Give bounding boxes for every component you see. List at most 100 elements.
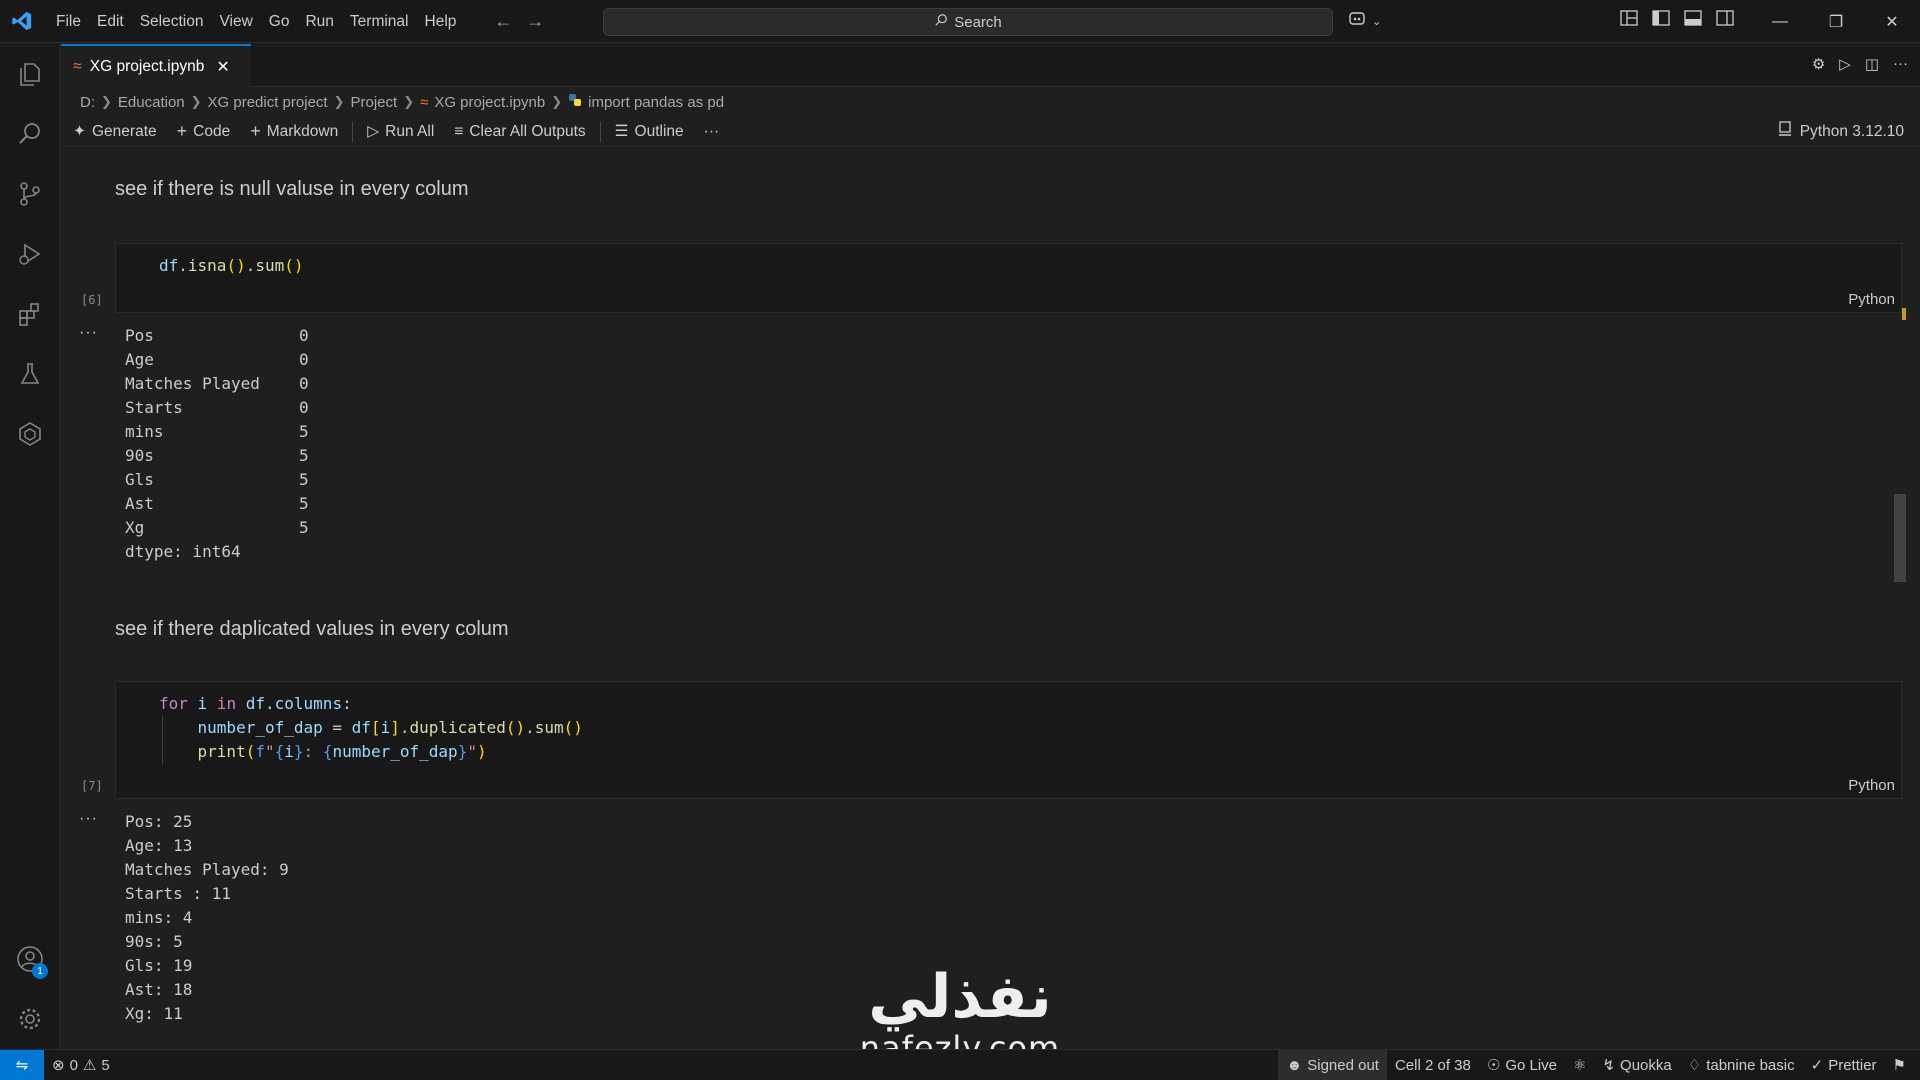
output-value: 0 — [299, 398, 309, 417]
breadcrumb-project[interactable]: Project — [351, 94, 398, 111]
output-actions-icon[interactable]: ··· — [79, 324, 98, 342]
clear-outputs-button[interactable]: ≡ Clear All Outputs — [444, 123, 595, 141]
clear-all-icon: ≡ — [454, 122, 464, 140]
run-all-label: Run All — [385, 122, 435, 140]
output-value: 0 — [299, 374, 309, 393]
plug-icon: ↯ — [1602, 1057, 1616, 1074]
run-icon[interactable]: ▷ — [1839, 55, 1851, 73]
outline-button[interactable]: ☰ Outline — [605, 122, 694, 141]
check-double-icon: ✓ — [1810, 1057, 1824, 1074]
output-row: Xg 5 — [125, 516, 309, 540]
testing-icon[interactable] — [0, 344, 60, 404]
search-view-icon[interactable] — [0, 104, 60, 164]
extensions-icon[interactable] — [0, 284, 60, 344]
signed-out-status[interactable]: ☻ Signed out — [1278, 1050, 1387, 1080]
forward-arrow-icon[interactable]: → — [526, 11, 544, 32]
explorer-icon[interactable] — [0, 44, 60, 104]
generate-button[interactable]: ✦ Generate — [61, 122, 167, 141]
remote-indicator-icon[interactable]: ⇋ — [0, 1050, 44, 1080]
menu-help[interactable]: Help — [417, 0, 465, 43]
cell-language[interactable]: Python — [1848, 777, 1895, 794]
problems-status[interactable]: ⊗ 0 ⚠ 5 — [44, 1050, 118, 1080]
run-debug-icon[interactable] — [0, 224, 60, 284]
code-token: ( — [226, 256, 237, 275]
code-token: ) — [293, 256, 304, 275]
close-window-icon[interactable]: ✕ — [1864, 0, 1920, 43]
cell-language[interactable]: Python — [1848, 291, 1895, 308]
copilot-button[interactable]: ⌄ — [1348, 10, 1381, 32]
code-line[interactable]: number_of_dap = df[i].duplicated().sum() — [159, 716, 583, 740]
more-actions-icon[interactable]: ··· — [1893, 55, 1908, 73]
warning-count: 5 — [101, 1056, 110, 1074]
code-cell[interactable]: for i in df.columns: number_of_dap = df[… — [115, 681, 1902, 799]
markdown-cell[interactable]: see if there daplicated values in every … — [115, 618, 509, 641]
go-live-label: Go Live — [1505, 1056, 1558, 1074]
notebook-toolbar: ✦ Generate + Code + Markdown ▷ Run All ≡… — [61, 117, 1920, 147]
back-arrow-icon[interactable]: ← — [494, 11, 512, 32]
close-tab-icon[interactable]: ✕ — [216, 57, 229, 77]
run-all-button[interactable]: ▷ Run All — [357, 122, 444, 141]
notebook-editor[interactable]: see if there is null valuse in every col… — [61, 148, 1906, 1048]
vertical-scrollbar[interactable] — [1894, 494, 1906, 582]
toggle-primary-sidebar-icon[interactable] — [1652, 10, 1670, 30]
markdown-cell[interactable]: see if there is null valuse in every col… — [115, 178, 469, 201]
cell-position[interactable]: Cell 2 of 38 — [1387, 1050, 1479, 1080]
menu-terminal[interactable]: Terminal — [342, 0, 417, 43]
add-markdown-button[interactable]: + Markdown — [240, 121, 348, 142]
error-count: 0 — [69, 1056, 78, 1074]
output-row: 90s 5 — [125, 444, 309, 468]
output-key: Ast — [125, 494, 154, 513]
customize-layout-icon[interactable] — [1620, 10, 1638, 30]
tab-xg-project[interactable]: ≈ XG project.ipynb ✕ — [61, 44, 251, 87]
menu-view[interactable]: View — [211, 0, 260, 43]
code-cell[interactable]: df.isna().sum() Python — [115, 243, 1902, 313]
breadcrumb: D: ❯ Education ❯ XG predict project ❯ Pr… — [80, 91, 724, 113]
code-block[interactable]: for i in df.columns: number_of_dap = df[… — [159, 692, 583, 764]
command-center-search[interactable]: Search — [603, 8, 1333, 36]
source-control-icon[interactable] — [0, 164, 60, 224]
manage-gear-icon[interactable] — [0, 989, 60, 1049]
output-key: Pos — [125, 326, 154, 345]
menu-run[interactable]: Run — [297, 0, 341, 43]
breadcrumb-cell[interactable]: import pandas as pd — [588, 94, 724, 111]
toolbar-more-button[interactable]: ··· — [694, 123, 730, 141]
code-line[interactable]: print(f"{i}: {number_of_dap}") — [159, 740, 583, 764]
breadcrumb-drive[interactable]: D: — [80, 94, 95, 111]
accounts-icon[interactable]: 1 — [0, 929, 60, 989]
go-live-button[interactable]: ☉ Go Live — [1479, 1050, 1565, 1080]
notifications-bell-icon[interactable]: ⚑ — [1885, 1050, 1914, 1080]
code-line[interactable]: df.isna().sum() — [159, 254, 304, 278]
copilot-status-icon[interactable]: ⚛ — [1565, 1050, 1594, 1080]
list-icon: ☰ — [614, 123, 629, 140]
kernel-picker[interactable]: Python 3.12.10 — [1778, 121, 1904, 142]
split-editor-icon[interactable]: ◫ — [1865, 55, 1879, 73]
add-code-button[interactable]: + Code — [167, 121, 241, 142]
prettier-label: Prettier — [1828, 1056, 1877, 1074]
output-row: Age 0 — [125, 348, 309, 372]
notebook-settings-icon[interactable]: ⚙ — [1812, 55, 1825, 73]
toggle-secondary-sidebar-icon[interactable] — [1716, 10, 1734, 30]
breadcrumb-file[interactable]: XG project.ipynb — [434, 94, 545, 111]
output-actions-icon[interactable]: ··· — [79, 810, 98, 828]
menu-file[interactable]: File — [48, 0, 89, 43]
prettier-status[interactable]: ✓ Prettier — [1803, 1050, 1885, 1080]
menu-selection[interactable]: Selection — [132, 0, 212, 43]
chevron-down-icon: ⌄ — [1372, 15, 1382, 28]
navigation-arrows: ← → — [494, 11, 544, 32]
status-bar: ⇋ ⊗ 0 ⚠ 5 ☻ Signed out Cell 2 of 38 ☉ Go… — [0, 1049, 1920, 1080]
output-row: Pos 0 — [125, 324, 309, 348]
minimize-icon[interactable]: — — [1752, 0, 1808, 43]
breadcrumb-education[interactable]: Education — [118, 94, 185, 111]
breadcrumb-xg-predict[interactable]: XG predict project — [208, 94, 328, 111]
output-value: 5 — [299, 446, 309, 465]
restore-icon[interactable]: ❐ — [1808, 0, 1864, 43]
quokka-status[interactable]: ↯ Quokka — [1594, 1050, 1679, 1080]
tabnine-status[interactable]: ♢ tabnine basic — [1680, 1050, 1803, 1080]
menu-edit[interactable]: Edit — [89, 0, 132, 43]
remote-explorer-icon[interactable] — [0, 404, 60, 464]
code-line[interactable]: for i in df.columns: — [159, 692, 583, 716]
output-key: 90s — [125, 446, 154, 465]
toggle-panel-icon[interactable] — [1684, 10, 1702, 30]
menu-go[interactable]: Go — [261, 0, 298, 43]
output-value: 5 — [299, 494, 309, 513]
